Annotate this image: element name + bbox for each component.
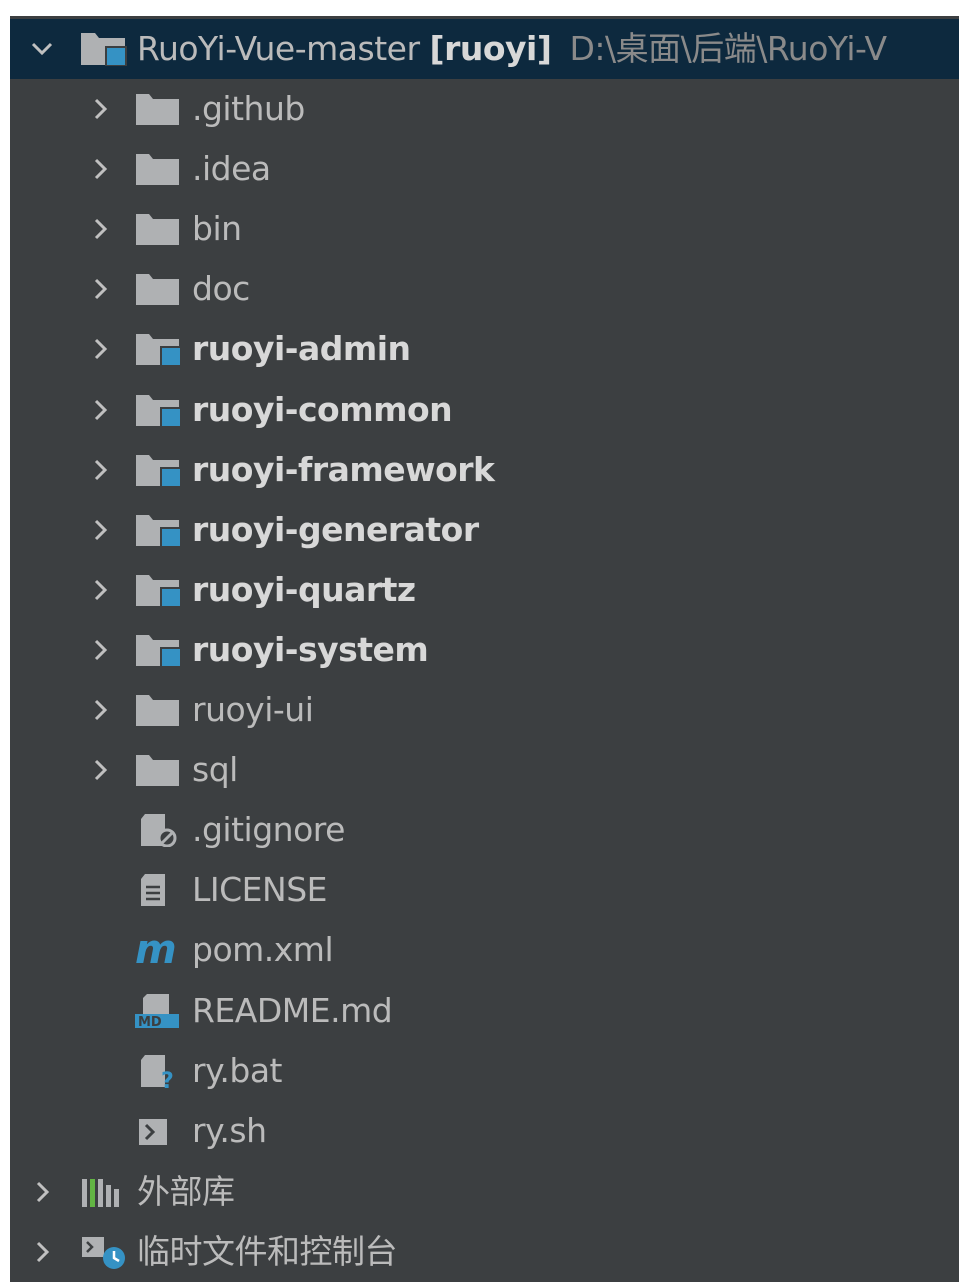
folder-icon bbox=[136, 274, 179, 305]
tree-item-label: sql bbox=[192, 750, 238, 789]
tree-item-label: ruoyi-ui bbox=[192, 690, 314, 729]
tree-row-project-root[interactable]: RuoYi-Vue-master [ruoyi] D:\桌面\后端\RuoYi-V bbox=[10, 19, 959, 79]
project-tree-panel: RuoYi-Vue-master [ruoyi] D:\桌面\后端\RuoYi-V… bbox=[10, 16, 959, 1282]
tree-row-ruoyi-common[interactable]: ruoyi-common bbox=[10, 380, 959, 440]
folder-icon bbox=[136, 755, 179, 786]
tree-item-label: ruoyi-quartz bbox=[192, 570, 416, 609]
tree-item-label: ruoyi-generator bbox=[192, 510, 479, 549]
tree-row-pom-xml[interactable]: m pom.xml bbox=[10, 920, 959, 980]
tree-item-label: .github bbox=[192, 89, 305, 128]
tree-item-label: ruoyi-system bbox=[192, 630, 429, 669]
maven-icon: m bbox=[135, 933, 177, 967]
tree-row-dot-idea[interactable]: .idea bbox=[10, 139, 959, 199]
project-root-label: RuoYi-Vue-master [ruoyi] D:\桌面\后端\RuoYi-V bbox=[137, 19, 887, 79]
chevron-right-icon[interactable] bbox=[88, 578, 112, 602]
tree-row-readme-md[interactable]: MD README.md bbox=[10, 981, 959, 1041]
chevron-right-icon[interactable] bbox=[88, 277, 112, 301]
tree-row-ruoyi-quartz[interactable]: ruoyi-quartz bbox=[10, 560, 959, 620]
svg-text:MD: MD bbox=[138, 1015, 162, 1028]
chevron-right-icon[interactable] bbox=[30, 1240, 54, 1264]
scratches-icon bbox=[82, 1237, 125, 1269]
module-folder-icon bbox=[81, 33, 127, 66]
chevron-right-icon[interactable] bbox=[88, 458, 112, 482]
chevron-down-icon[interactable] bbox=[30, 37, 54, 61]
tree-row-ry-sh[interactable]: ry.sh bbox=[10, 1101, 959, 1161]
tree-row-ruoyi-generator[interactable]: ruoyi-generator bbox=[10, 500, 959, 560]
external-libraries-label: 外部库 bbox=[137, 1172, 235, 1211]
tree-item-label: bin bbox=[192, 209, 242, 248]
tree-item-label: ry.bat bbox=[192, 1051, 283, 1090]
chevron-right-icon[interactable] bbox=[88, 758, 112, 782]
tree-row-sql[interactable]: sql bbox=[10, 740, 959, 800]
shell-script-icon bbox=[139, 1119, 167, 1145]
markdown-file-icon: MD bbox=[135, 994, 179, 1028]
folder-icon bbox=[136, 154, 179, 185]
chevron-right-icon[interactable] bbox=[88, 217, 112, 241]
tree-item-label: pom.xml bbox=[192, 930, 334, 969]
chevron-right-icon[interactable] bbox=[88, 698, 112, 722]
chevron-right-icon[interactable] bbox=[88, 398, 112, 422]
tree-row-bin[interactable]: bin bbox=[10, 199, 959, 259]
tree-item-label: ruoyi-common bbox=[192, 390, 453, 429]
folder-icon bbox=[136, 214, 179, 245]
tree-item-label: .gitignore bbox=[192, 810, 345, 849]
tree-row-external-libraries[interactable]: 外部库 bbox=[10, 1162, 959, 1222]
tree-row-ruoyi-admin[interactable]: ruoyi-admin bbox=[10, 319, 959, 379]
tree-row-scratches[interactable]: 临时文件和控制台 bbox=[10, 1222, 959, 1282]
tree-row-ruoyi-ui[interactable]: ruoyi-ui bbox=[10, 680, 959, 740]
chevron-right-icon[interactable] bbox=[88, 638, 112, 662]
module-folder-icon bbox=[136, 455, 182, 487]
chevron-right-icon[interactable] bbox=[30, 1180, 54, 1204]
ignored-file-icon bbox=[141, 814, 177, 847]
text-file-icon bbox=[141, 874, 165, 906]
tree-item-label: LICENSE bbox=[192, 870, 328, 909]
chevron-right-icon[interactable] bbox=[88, 97, 112, 121]
tree-item-label: doc bbox=[192, 269, 250, 308]
project-path: D:\桌面\后端\RuoYi-V bbox=[569, 29, 887, 68]
module-folder-icon bbox=[136, 515, 182, 547]
module-folder-icon bbox=[136, 575, 182, 607]
svg-text:m: m bbox=[135, 933, 177, 967]
libraries-icon bbox=[82, 1179, 119, 1207]
tree-item-label: .idea bbox=[192, 149, 271, 188]
svg-text:?: ? bbox=[161, 1069, 174, 1088]
tree-row-license[interactable]: LICENSE bbox=[10, 860, 959, 920]
chevron-right-icon[interactable] bbox=[88, 337, 112, 361]
chevron-right-icon[interactable] bbox=[88, 157, 112, 181]
folder-icon bbox=[136, 695, 179, 726]
module-folder-icon bbox=[136, 334, 182, 366]
unknown-file-icon: ? bbox=[141, 1055, 174, 1088]
tree-item-label: ruoyi-framework bbox=[192, 450, 495, 489]
scratches-label: 临时文件和控制台 bbox=[137, 1232, 398, 1271]
tree-row-dot-gitignore[interactable]: .gitignore bbox=[10, 800, 959, 860]
module-folder-icon bbox=[136, 635, 182, 667]
tree-row-doc[interactable]: doc bbox=[10, 259, 959, 319]
tree-item-label: README.md bbox=[192, 991, 393, 1030]
tree-item-label: ry.sh bbox=[192, 1111, 267, 1150]
tree-row-ruoyi-system[interactable]: ruoyi-system bbox=[10, 620, 959, 680]
project-name: RuoYi-Vue-master bbox=[137, 29, 420, 68]
tree-row-ry-bat[interactable]: ? ry.bat bbox=[10, 1041, 959, 1101]
folder-icon bbox=[136, 94, 179, 125]
chevron-right-icon[interactable] bbox=[88, 518, 112, 542]
tree-row-ruoyi-framework[interactable]: ruoyi-framework bbox=[10, 440, 959, 500]
tree-item-label: ruoyi-admin bbox=[192, 329, 411, 368]
module-folder-icon bbox=[136, 395, 182, 427]
tree-row-dot-github[interactable]: .github bbox=[10, 79, 959, 139]
project-module: [ruoyi] bbox=[429, 29, 552, 68]
